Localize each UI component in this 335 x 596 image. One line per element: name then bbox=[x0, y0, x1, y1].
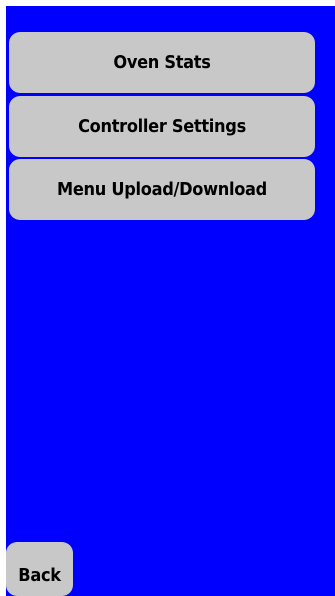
screen-panel: Oven Stats Controller Settings Menu Uplo… bbox=[6, 6, 335, 596]
controller-settings-button[interactable]: Controller Settings bbox=[9, 96, 315, 157]
back-label: Back bbox=[18, 565, 61, 586]
back-button[interactable]: Back bbox=[6, 542, 73, 596]
oven-stats-button[interactable]: Oven Stats bbox=[9, 32, 315, 93]
menu-upload-download-button[interactable]: Menu Upload/Download bbox=[9, 159, 315, 220]
oven-stats-label: Oven Stats bbox=[113, 52, 211, 73]
menu-upload-download-label: Menu Upload/Download bbox=[57, 179, 267, 200]
controller-settings-label: Controller Settings bbox=[78, 116, 246, 137]
